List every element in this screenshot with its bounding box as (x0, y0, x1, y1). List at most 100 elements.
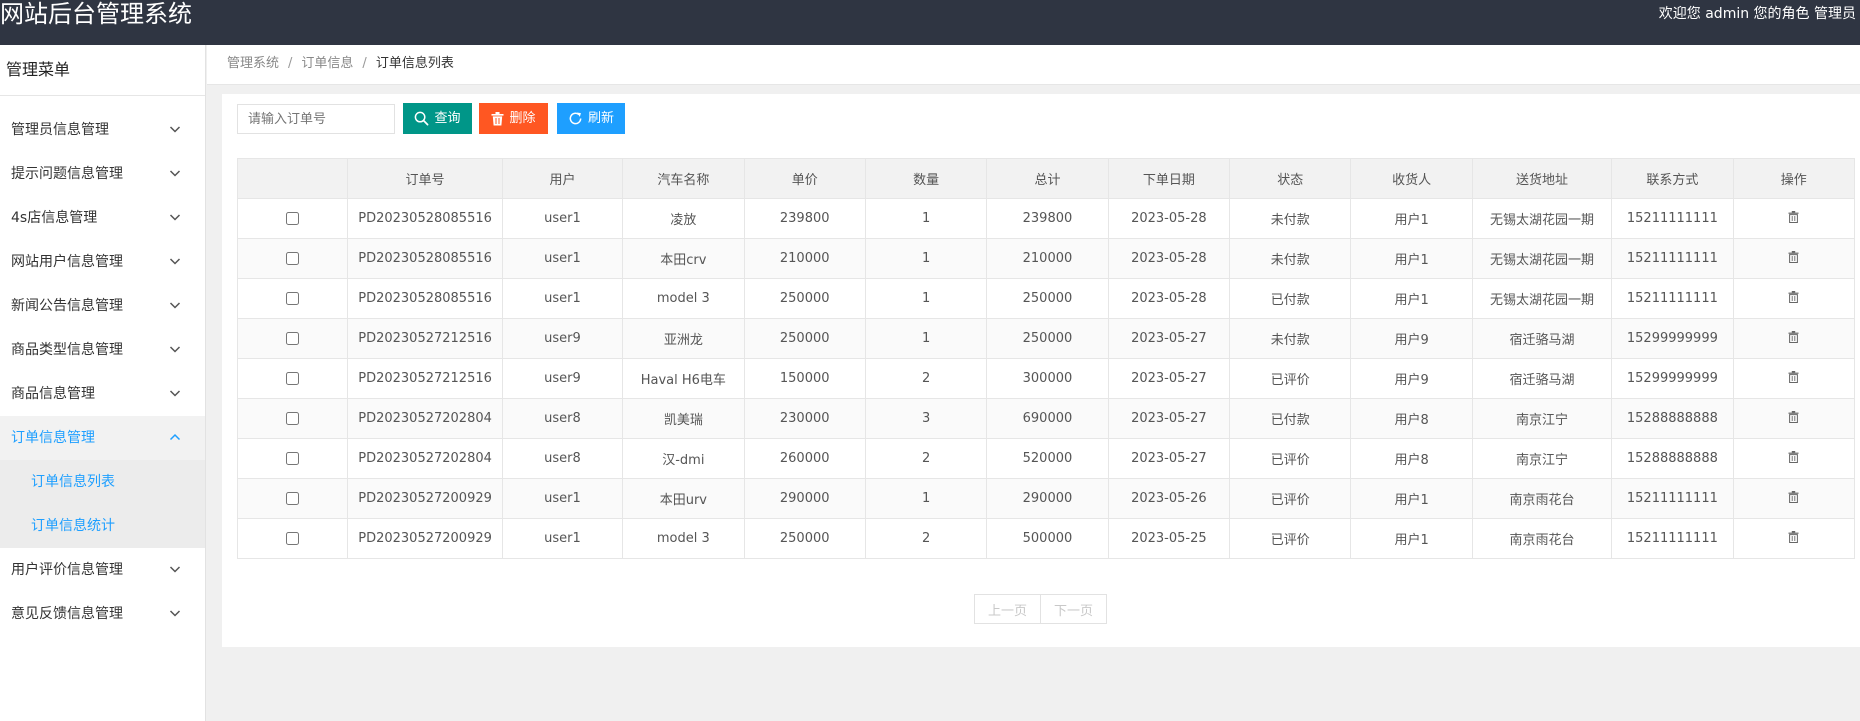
table-row: PD20230527212516 user9 亚洲龙 250000 1 250000 202… (236, 318, 1856, 359)
welcome-text: 欢迎您 admin 您的角色 管理员 (1658, 6, 1856, 22)
table-cell: 无锡太湖花园一期 (1471, 198, 1613, 239)
order-number-search-input[interactable] (237, 104, 395, 134)
sidebar-item-9[interactable]: 意见反馈信息管理 (0, 592, 205, 636)
table-cell: 239800 (986, 198, 1109, 239)
table-cell: 南京雨花台 (1471, 478, 1613, 519)
delete-button-label: 删除 (509, 111, 536, 126)
trash-icon[interactable] (1788, 210, 1799, 227)
table-cell: 250000 (743, 278, 866, 319)
table-cell: PD20230527200929 (347, 478, 503, 519)
sidebar-item-5[interactable]: 商品类型信息管理 (0, 328, 205, 372)
table-cell: user1 (501, 478, 624, 519)
trash-icon[interactable] (1788, 450, 1799, 467)
trash-icon[interactable] (1788, 250, 1799, 267)
trash-icon[interactable] (1788, 410, 1799, 427)
column-header: 总计 (986, 158, 1109, 199)
table-cell: 250000 (743, 318, 866, 359)
trash-icon[interactable] (1788, 330, 1799, 347)
breadcrumb-item-system[interactable]: 管理系统 (227, 56, 279, 71)
sidebar-item-label: 商品信息管理 (11, 386, 95, 402)
table-cell: 239800 (743, 198, 866, 239)
breadcrumb-separator: / (288, 56, 293, 71)
row-checkbox[interactable] (286, 292, 300, 305)
table-cell: 凯美瑞 (622, 398, 745, 439)
table-cell: 15211111111 (1611, 518, 1734, 559)
table-cell: 500000 (986, 518, 1109, 559)
chevron-down-icon (169, 152, 181, 196)
trash-icon[interactable] (1788, 290, 1799, 307)
sidebar-item-1[interactable]: 提示问题信息管理 (0, 152, 205, 196)
row-checkbox[interactable] (286, 452, 300, 465)
query-button[interactable]: 查询 (403, 103, 472, 134)
row-select-cell (236, 518, 349, 559)
table-cell: 250000 (743, 518, 866, 559)
row-checkbox[interactable] (286, 212, 300, 225)
sidebar-item-label: 新闻公告信息管理 (11, 298, 123, 314)
row-actions-cell (1732, 358, 1856, 399)
prev-page-button[interactable]: 上一页 (974, 594, 1041, 624)
sidebar-subitem-0[interactable]: 订单信息列表 (0, 460, 205, 504)
table-cell: 用户9 (1350, 358, 1473, 399)
sidebar-item-6[interactable]: 商品信息管理 (0, 372, 205, 416)
row-checkbox[interactable] (286, 252, 300, 265)
chevron-down-icon (169, 592, 181, 636)
table-cell: 520000 (986, 438, 1109, 479)
row-actions-cell (1732, 438, 1856, 479)
row-checkbox[interactable] (286, 412, 300, 425)
delete-button[interactable]: 删除 (479, 103, 548, 134)
trash-icon[interactable] (1788, 490, 1799, 507)
refresh-button[interactable]: 刷新 (557, 103, 625, 134)
query-button-label: 查询 (434, 111, 461, 126)
column-header: 数量 (864, 158, 988, 199)
sidebar-item-label: 商品类型信息管理 (11, 342, 123, 358)
sidebar-item-2[interactable]: 4s店信息管理 (0, 196, 205, 240)
table-cell: 宿迁骆马湖 (1471, 358, 1613, 399)
table-cell: 15288888888 (1611, 398, 1734, 439)
table-cell: user1 (501, 198, 624, 239)
table-row: PD20230527200929 user1 model 3 250000 2 50000… (236, 518, 1856, 559)
table-cell: 2023-05-28 (1107, 198, 1231, 239)
column-header: 送货地址 (1471, 158, 1613, 199)
table-cell: 2023-05-27 (1107, 318, 1231, 359)
table-cell: 已评价 (1229, 358, 1352, 399)
table-cell: 未付款 (1229, 238, 1352, 279)
row-checkbox[interactable] (286, 332, 300, 345)
chevron-down-icon (169, 108, 181, 152)
table-cell: 15211111111 (1611, 198, 1734, 239)
sidebar-title: 管理菜单 (0, 45, 205, 96)
row-actions-cell (1732, 518, 1856, 559)
sidebar-item-7[interactable]: 订单信息管理 (0, 416, 205, 460)
table-cell: 用户9 (1350, 318, 1473, 359)
sidebar-item-label: 提示问题信息管理 (11, 166, 123, 182)
row-checkbox[interactable] (286, 492, 300, 505)
chevron-down-icon (169, 284, 181, 328)
table-cell: 260000 (743, 438, 866, 479)
table-cell: 宿迁骆马湖 (1471, 318, 1613, 359)
sidebar-item-3[interactable]: 网站用户信息管理 (0, 240, 205, 284)
row-checkbox[interactable] (286, 372, 300, 385)
breadcrumb-item-orders[interactable]: 订单信息 (301, 56, 353, 71)
table-cell: 2023-05-27 (1107, 398, 1231, 439)
table-cell: 15211111111 (1611, 278, 1734, 319)
table-body: PD20230528085516 user1 凌放 239800 1 239800 2023… (236, 198, 1856, 559)
trash-icon[interactable] (1788, 370, 1799, 387)
column-header: 汽车名称 (622, 158, 745, 199)
row-checkbox[interactable] (286, 532, 300, 545)
sidebar-item-label: 管理员信息管理 (11, 122, 109, 138)
sidebar-item-0[interactable]: 管理员信息管理 (0, 108, 205, 152)
sidebar-subitem-1[interactable]: 订单信息统计 (0, 504, 205, 548)
table-cell: 南京雨花台 (1471, 518, 1613, 559)
sidebar-item-8[interactable]: 用户评价信息管理 (0, 548, 205, 592)
trash-icon[interactable] (1788, 530, 1799, 547)
row-select-cell (236, 398, 349, 439)
app-title: 网站后台管理系统 (0, 0, 192, 28)
sidebar-item-4[interactable]: 新闻公告信息管理 (0, 284, 205, 328)
table-cell: 1 (864, 238, 988, 279)
next-page-button[interactable]: 下一页 (1040, 594, 1107, 624)
table-cell: PD20230527200929 (347, 518, 503, 559)
table-cell: 290000 (986, 478, 1109, 519)
table-row: PD20230528085516 user1 凌放 239800 1 239800 2023… (236, 198, 1856, 239)
chevron-down-icon (169, 328, 181, 372)
table-cell: user1 (501, 518, 624, 559)
table-cell: 2 (864, 438, 988, 479)
